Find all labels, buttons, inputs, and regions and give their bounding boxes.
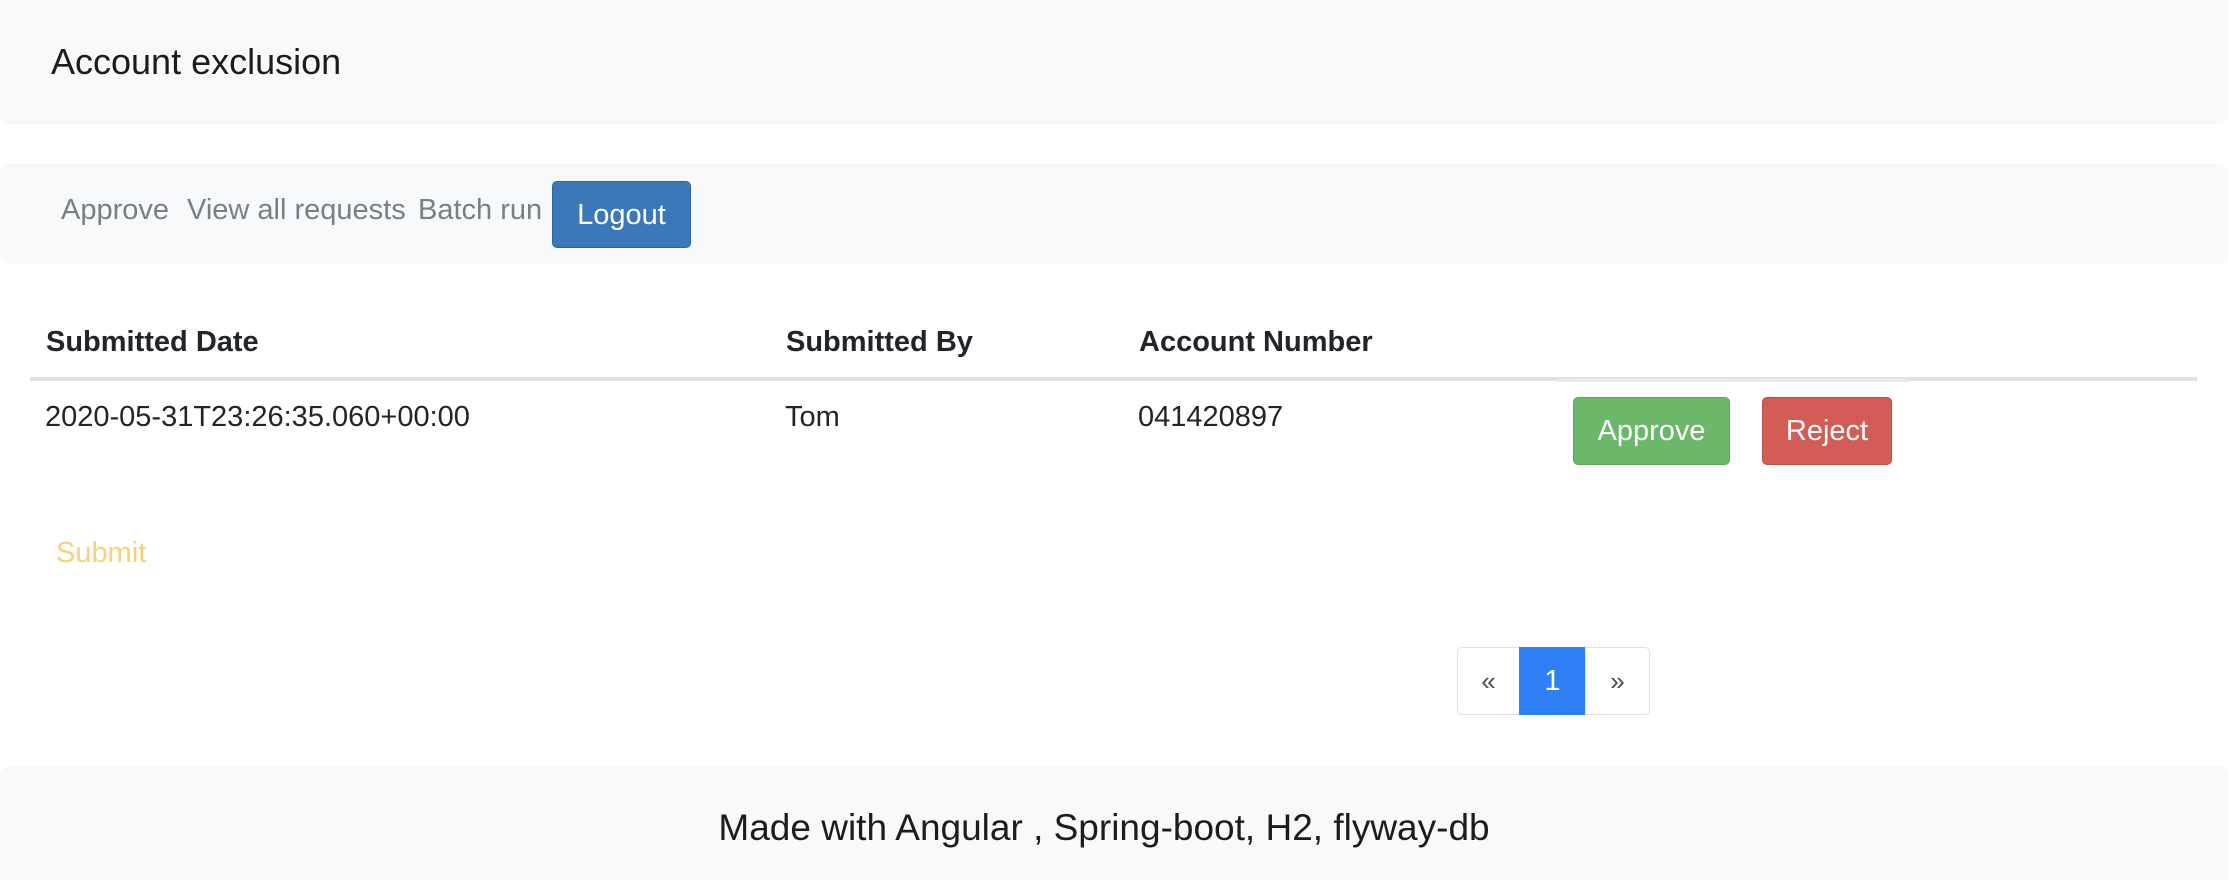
- column-header-account-number: Account Number: [1139, 326, 1373, 358]
- nav-link-batch-run[interactable]: Batch run: [418, 190, 542, 230]
- reject-button[interactable]: Reject: [1762, 397, 1892, 465]
- actions-column-marker: [1557, 379, 1909, 382]
- pagination-next-button[interactable]: »: [1585, 647, 1650, 715]
- logout-button[interactable]: Logout: [552, 181, 691, 248]
- nav-link-approve[interactable]: Approve: [61, 190, 169, 230]
- column-header-submitted-date: Submitted Date: [46, 326, 259, 358]
- pagination: « 1 »: [1457, 647, 1650, 715]
- pagination-prev-button[interactable]: «: [1457, 647, 1520, 715]
- footer-text: Made with Angular , Spring-boot, H2, fly…: [718, 807, 1490, 848]
- cell-account-number: 041420897: [1138, 401, 1284, 433]
- cell-submitted-date: 2020-05-31T23:26:35.060+00:00: [45, 401, 470, 433]
- column-header-submitted-by: Submitted By: [786, 326, 973, 358]
- pagination-page-1[interactable]: 1: [1519, 647, 1586, 715]
- approve-button[interactable]: Approve: [1573, 397, 1730, 465]
- submit-button[interactable]: Submit: [56, 533, 146, 573]
- cell-submitted-by: Tom: [785, 401, 840, 433]
- nav-link-view-all-requests[interactable]: View all requests: [187, 190, 406, 230]
- page-title: Account exclusion: [51, 41, 342, 82]
